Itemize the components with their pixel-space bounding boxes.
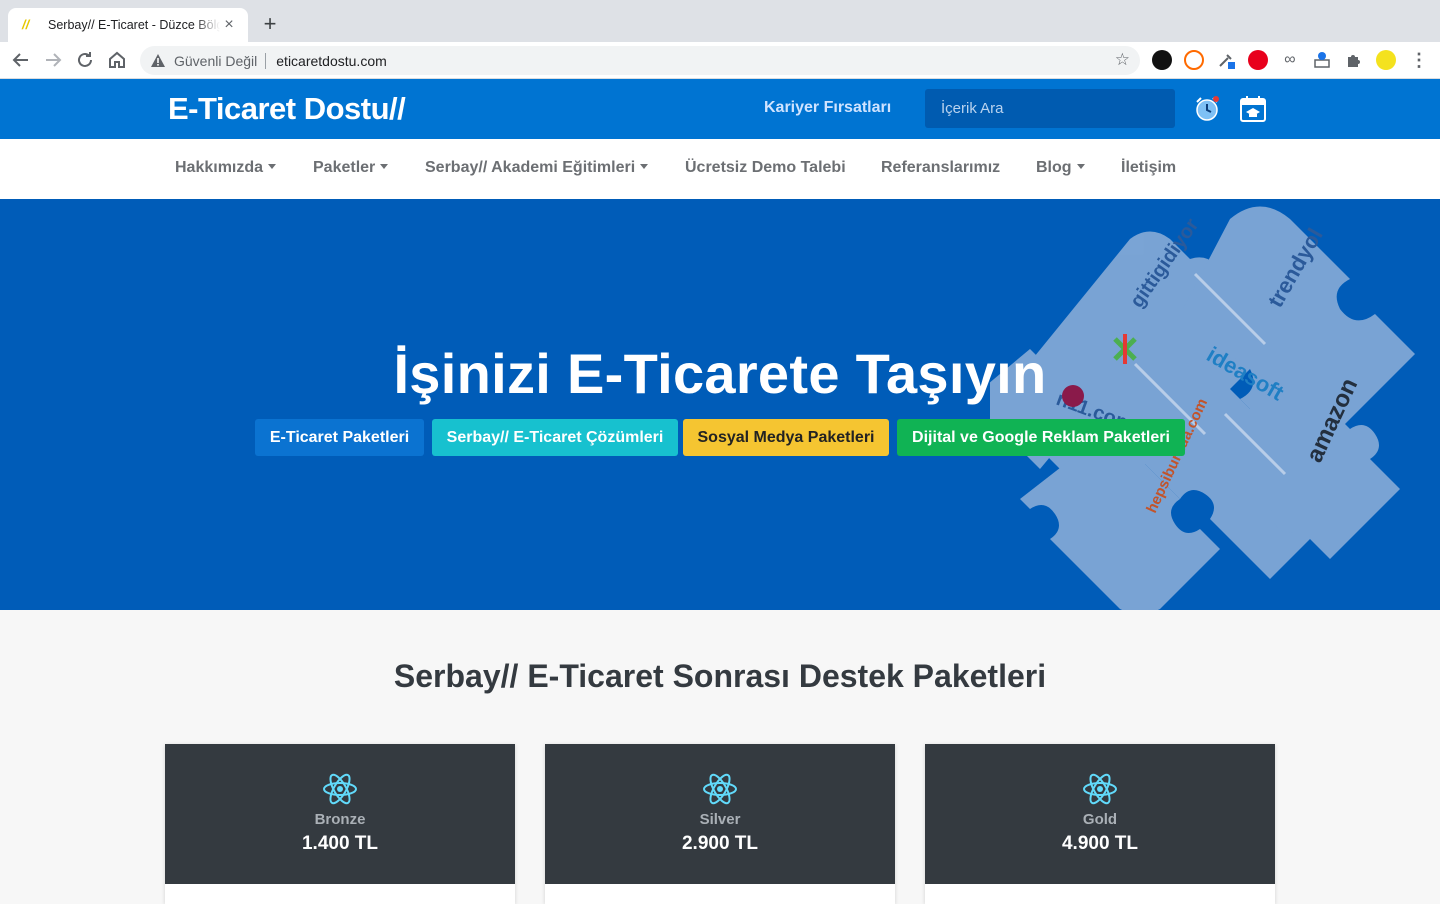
warning-icon[interactable]	[150, 53, 166, 69]
digital-ads-packages-button[interactable]: Dijital ve Google Reklam Paketleri	[897, 419, 1185, 456]
main-navigation: Hakkımızda Paketler Serbay// Akademi Eği…	[0, 139, 1440, 199]
package-card-bronze[interactable]: Bronze 1.400 TL	[165, 744, 515, 904]
package-price: 2.900 TL	[681, 833, 759, 854]
chevron-down-icon	[640, 164, 649, 169]
eyedropper-extension-icon[interactable]	[1216, 50, 1236, 70]
close-tab-icon[interactable]: ×	[220, 16, 238, 34]
omnibox-divider	[265, 52, 267, 69]
react-atom-icon	[1083, 773, 1117, 805]
package-card-silver[interactable]: Silver 2.900 TL	[545, 744, 895, 904]
opera-extension-icon[interactable]	[1248, 50, 1268, 70]
site-favicon-icon: //	[22, 17, 30, 32]
react-atom-icon	[323, 773, 357, 805]
search-input[interactable]	[925, 89, 1175, 128]
profile-avatar[interactable]	[1376, 50, 1396, 70]
site-header: E-Ticaret Dostu// Kariyer Fırsatları	[0, 79, 1440, 139]
eticaret-solutions-button[interactable]: Serbay// E-Ticaret Çözümleri	[432, 419, 678, 456]
package-card-header: Bronze 1.400 TL	[165, 744, 515, 884]
chevron-down-icon	[380, 164, 389, 169]
back-icon[interactable]	[8, 47, 34, 73]
package-card-gold[interactable]: Gold 4.900 TL	[925, 744, 1275, 904]
extension-icon-6[interactable]	[1312, 50, 1332, 70]
extension-icon-2[interactable]	[1184, 50, 1204, 70]
package-price: 4.900 TL	[1061, 833, 1139, 854]
package-name: Silver	[699, 811, 741, 828]
social-media-packages-button[interactable]: Sosyal Medya Paketleri	[683, 419, 889, 456]
bookmark-star-icon[interactable]: ☆	[1115, 50, 1130, 70]
tab-title: Serbay// E-Ticaret - Düzce Bölgesi	[48, 18, 220, 32]
nav-item-label: Ücretsiz Demo Talebi	[685, 159, 846, 176]
forward-icon[interactable]	[40, 47, 66, 73]
react-atom-icon	[703, 773, 737, 805]
nav-item-blog[interactable]: Blog	[1036, 159, 1085, 177]
nav-item-demo[interactable]: Ücretsiz Demo Talebi	[685, 159, 846, 177]
chevron-down-icon	[1076, 164, 1085, 169]
site-logo[interactable]: E-Ticaret Dostu//	[168, 91, 406, 127]
url-text[interactable]: eticaretdostu.com	[276, 53, 387, 69]
security-label[interactable]: Güvenli Değil	[174, 53, 257, 69]
calendar-education-icon[interactable]	[1238, 94, 1268, 124]
nav-item-label: Paketler	[313, 159, 376, 176]
package-name: Bronze	[314, 811, 366, 828]
browser-tab-strip: // Serbay// E-Ticaret - Düzce Bölgesi × …	[0, 0, 1440, 42]
nav-item-label: İletişim	[1121, 159, 1177, 176]
extension-icon-1[interactable]	[1152, 50, 1172, 70]
nav-item-referanslar[interactable]: Referanslarımız	[881, 159, 1000, 177]
eticaret-packages-button[interactable]: E-Ticaret Paketleri	[255, 419, 424, 456]
home-icon[interactable]	[104, 47, 130, 73]
package-name: Gold	[1082, 811, 1118, 828]
nav-item-iletisim[interactable]: İletişim	[1121, 159, 1176, 177]
nav-item-label: Blog	[1036, 159, 1072, 176]
nav-item-label: Serbay// Akademi Eğitimleri	[425, 159, 636, 176]
extensions-puzzle-icon[interactable]	[1344, 50, 1364, 70]
browser-toolbar: Güvenli Değil eticaretdostu.com ☆ ∞ ⋮	[0, 42, 1440, 79]
package-card-header: Silver 2.900 TL	[545, 744, 895, 884]
nav-item-label: Hakkımızda	[175, 159, 264, 176]
alarm-clock-icon[interactable]	[1192, 94, 1222, 124]
new-tab-icon[interactable]: +	[258, 13, 282, 37]
hero-banner: gittigidiyor trendyol ideasoft n11.com h…	[0, 199, 1440, 610]
reload-icon[interactable]	[72, 47, 98, 73]
nav-item-paketler[interactable]: Paketler	[313, 159, 389, 177]
nav-item-akademi[interactable]: Serbay// Akademi Eğitimleri	[425, 159, 649, 177]
hero-title: İşinizi E-Ticarete Taşıyın	[393, 342, 1047, 405]
infinity-extension-icon[interactable]: ∞	[1280, 50, 1300, 70]
chevron-down-icon	[268, 164, 277, 169]
browser-menu-icon[interactable]: ⋮	[1410, 48, 1428, 72]
package-price: 1.400 TL	[301, 833, 379, 854]
address-bar[interactable]: Güvenli Değil eticaretdostu.com ☆	[140, 46, 1140, 75]
career-link[interactable]: Kariyer Fırsatları	[764, 99, 891, 117]
packages-section-title: Serbay// E-Ticaret Sonrası Destek Paketl…	[393, 658, 1047, 694]
nav-item-label: Referanslarımız	[881, 159, 1001, 176]
package-card-header: Gold 4.900 TL	[925, 744, 1275, 884]
nav-item-hakkimizda[interactable]: Hakkımızda	[175, 159, 277, 177]
browser-tab[interactable]: // Serbay// E-Ticaret - Düzce Bölgesi ×	[8, 8, 248, 42]
